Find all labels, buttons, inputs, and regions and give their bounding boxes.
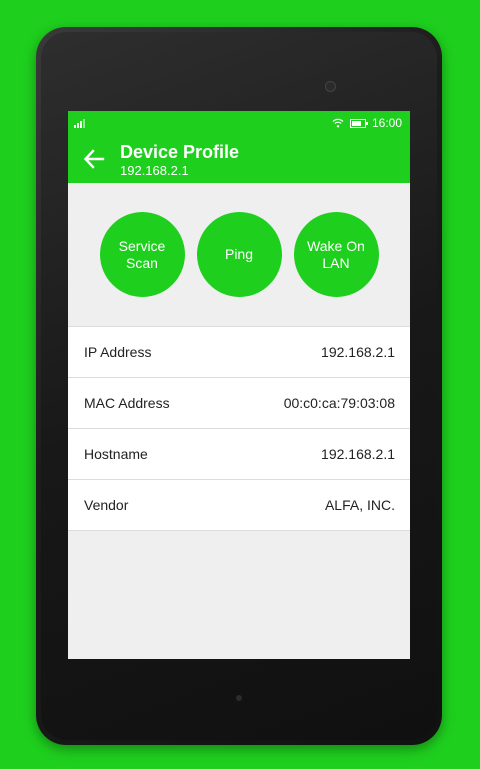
bottom-sensor	[236, 695, 242, 701]
toolbar: Device Profile 192.168.2.1	[68, 135, 410, 183]
detail-value: 192.168.2.1	[321, 446, 395, 462]
detail-row-ip[interactable]: IP Address 192.168.2.1	[68, 326, 410, 378]
title-block: Device Profile 192.168.2.1	[120, 141, 239, 177]
wifi-icon	[332, 118, 344, 128]
service-scan-button[interactable]: Service Scan	[99, 212, 185, 297]
detail-value: 192.168.2.1	[321, 344, 395, 360]
detail-row-mac[interactable]: MAC Address 00:c0:ca:79:03:08	[68, 378, 410, 429]
detail-row-hostname[interactable]: Hostname 192.168.2.1	[68, 429, 410, 480]
detail-label: Vendor	[84, 497, 129, 513]
ping-button[interactable]: Ping	[196, 212, 282, 297]
signal-icon	[74, 118, 85, 128]
detail-label: IP Address	[84, 344, 152, 360]
screen: 16:00 Device Profile 192.168.2.1 Service…	[68, 111, 410, 659]
details-list: IP Address 192.168.2.1 MAC Address 00:c0…	[68, 326, 410, 531]
detail-value: ALFA, INC.	[324, 497, 395, 513]
back-button[interactable]	[68, 135, 120, 183]
detail-value: 00:c0:ca:79:03:08	[283, 395, 395, 411]
page-title: Device Profile	[120, 142, 240, 162]
wake-on-lan-button[interactable]: Wake On LAN	[293, 212, 379, 297]
status-bar: 16:00	[68, 111, 410, 135]
status-time: 16:00	[371, 116, 402, 130]
status-right: 16:00	[332, 116, 402, 130]
detail-label: MAC Address	[84, 395, 170, 411]
battery-icon	[349, 118, 368, 128]
detail-row-vendor[interactable]: Vendor ALFA, INC.	[68, 480, 410, 531]
page-subtitle: 192.168.2.1	[120, 163, 189, 178]
tablet-frame: 16:00 Device Profile 192.168.2.1 Service…	[36, 27, 442, 745]
front-camera	[325, 81, 336, 92]
action-buttons: Service Scan Ping Wake On LAN	[68, 183, 410, 326]
back-arrow-icon	[83, 149, 105, 169]
detail-label: Hostname	[84, 446, 148, 462]
